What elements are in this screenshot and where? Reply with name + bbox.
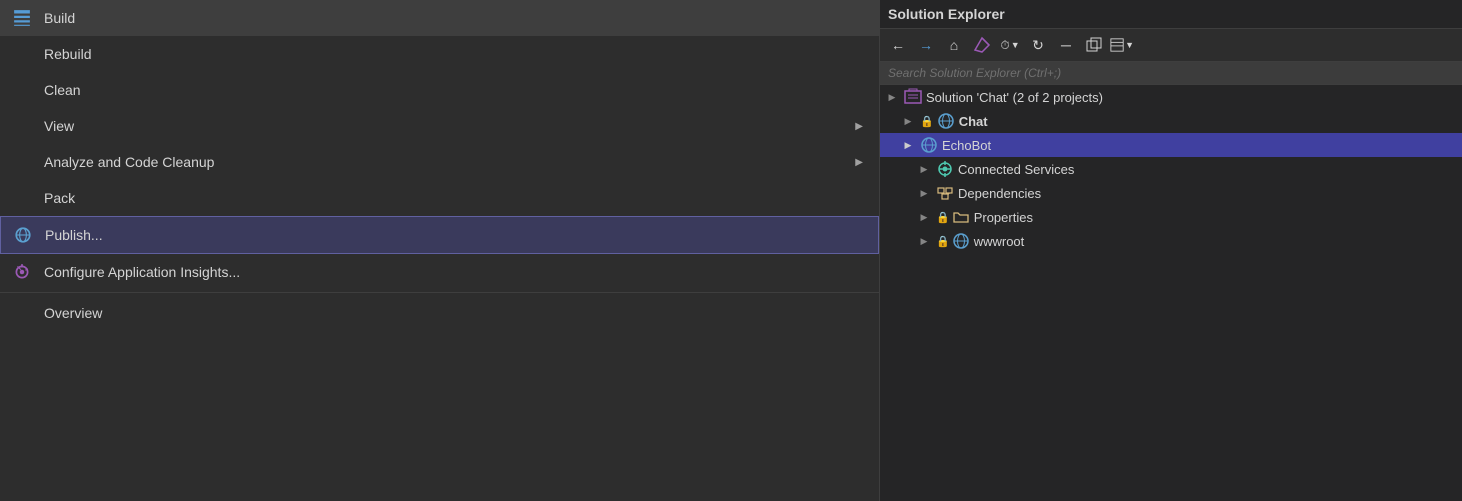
- tree-wwwroot[interactable]: ▶ 🔒 wwwroot: [880, 229, 1462, 253]
- rebuild-spacer: [12, 44, 32, 64]
- connected-services-icon: [936, 160, 954, 178]
- chat-expand-icon[interactable]: ▶: [900, 113, 916, 129]
- solution-label: Solution 'Chat' (2 of 2 projects): [926, 90, 1103, 105]
- build-icon: [12, 8, 32, 28]
- chat-icon-group: 🔒: [920, 112, 955, 130]
- menu-item-insights-label: Configure Application Insights...: [44, 264, 240, 280]
- solution-explorer-title: Solution Explorer: [888, 6, 1005, 22]
- chat-globe-icon: [937, 112, 955, 130]
- toolbar-history-btn[interactable]: ⏱ ▼: [998, 33, 1022, 57]
- tree-dependencies[interactable]: ▶ Dependencies: [880, 181, 1462, 205]
- solution-explorer-toolbar: ← → ⌂ ⏱ ▼ ↻ ─ ▼: [880, 29, 1462, 62]
- publish-icon: [13, 225, 33, 245]
- solution-expand-icon[interactable]: ▶: [884, 89, 900, 105]
- menu-item-rebuild-label: Rebuild: [44, 46, 91, 62]
- dependencies-expand-icon[interactable]: ▶: [916, 185, 932, 201]
- analyze-content: Analyze and Code Cleanup: [12, 152, 214, 172]
- echobot-globe-icon: [920, 136, 938, 154]
- toolbar-forward-btn[interactable]: →: [914, 33, 938, 57]
- echobot-expand-icon[interactable]: ▶: [900, 137, 916, 153]
- menu-item-rebuild[interactable]: Rebuild: [0, 36, 879, 72]
- insights-icon: [12, 262, 32, 282]
- tree-echobot-project[interactable]: ▶ EchoBot: [880, 133, 1462, 157]
- search-placeholder: Search Solution Explorer (Ctrl+;): [888, 66, 1061, 80]
- tree-properties[interactable]: ▶ 🔒 Properties: [880, 205, 1462, 229]
- menu-item-analyze-label: Analyze and Code Cleanup: [44, 154, 214, 170]
- menu-item-clean[interactable]: Clean: [0, 72, 879, 108]
- wwwroot-label: wwwroot: [974, 234, 1025, 249]
- context-menu: Build Rebuild Clean View ▶ Analyze and C…: [0, 0, 880, 501]
- dependencies-icon: [936, 184, 954, 202]
- tree-solution[interactable]: ▶ Solution 'Chat' (2 of 2 projects): [880, 85, 1462, 109]
- menu-item-pack-label: Pack: [44, 190, 75, 206]
- wwwroot-globe-icon: [952, 232, 970, 250]
- wwwroot-icon-group: 🔒: [936, 232, 970, 250]
- menu-item-clean-label: Clean: [44, 82, 81, 98]
- toolbar-refresh-btn[interactable]: ↻: [1026, 33, 1050, 57]
- properties-folder-icon: [952, 208, 970, 226]
- clean-spacer: [12, 80, 32, 100]
- echobot-label: EchoBot: [942, 138, 991, 153]
- properties-label: Properties: [974, 210, 1033, 225]
- chat-label: Chat: [959, 114, 988, 129]
- menu-item-publish[interactable]: Publish...: [0, 216, 879, 254]
- properties-expand-icon[interactable]: ▶: [916, 209, 932, 225]
- overview-spacer: [12, 303, 32, 323]
- wwwroot-expand-icon[interactable]: ▶: [916, 233, 932, 249]
- solution-explorer-search[interactable]: Search Solution Explorer (Ctrl+;): [880, 62, 1462, 85]
- tree-connected-services[interactable]: ▶ Connected Services: [880, 157, 1462, 181]
- menu-item-overview-label: Overview: [44, 305, 102, 321]
- toolbar-home-btn[interactable]: ⌂: [942, 33, 966, 57]
- toolbar-vs-btn[interactable]: [970, 33, 994, 57]
- toolbar-back-btn[interactable]: ←: [886, 33, 910, 57]
- solution-explorer-header: Solution Explorer: [880, 0, 1462, 29]
- menu-item-build-label: Build: [44, 10, 75, 26]
- view-spacer: [12, 116, 32, 136]
- properties-icon-group: 🔒: [936, 208, 970, 226]
- connected-services-expand-icon[interactable]: ▶: [916, 161, 932, 177]
- menu-item-build[interactable]: Build: [0, 0, 879, 36]
- menu-item-publish-label: Publish...: [45, 227, 103, 243]
- menu-item-view-label: View: [44, 118, 74, 134]
- connected-services-label: Connected Services: [958, 162, 1074, 177]
- menu-item-overview[interactable]: Overview: [0, 295, 879, 331]
- analyze-spacer: [12, 152, 32, 172]
- view-submenu-arrow: ▶: [855, 121, 863, 132]
- menu-item-pack[interactable]: Pack: [0, 180, 879, 216]
- wwwroot-lock-icon: 🔒: [936, 235, 950, 248]
- properties-lock-icon: 🔒: [936, 211, 950, 224]
- solution-icon: [904, 88, 922, 106]
- analyze-submenu-arrow: ▶: [855, 157, 863, 168]
- menu-divider: [0, 292, 879, 293]
- menu-item-configure-insights[interactable]: Configure Application Insights...: [0, 254, 879, 290]
- chat-lock-icon: 🔒: [920, 115, 934, 128]
- solution-explorer-panel: Solution Explorer ← → ⌂ ⏱ ▼ ↻ ─: [880, 0, 1462, 501]
- dependencies-label: Dependencies: [958, 186, 1041, 201]
- menu-item-analyze[interactable]: Analyze and Code Cleanup ▶: [0, 144, 879, 180]
- solution-explorer-tree: ▶ Solution 'Chat' (2 of 2 projects) ▶ 🔒: [880, 85, 1462, 501]
- menu-item-view[interactable]: View ▶: [0, 108, 879, 144]
- view-content: View: [12, 116, 74, 136]
- toolbar-collapse-btn[interactable]: ─: [1054, 33, 1078, 57]
- tree-chat-project[interactable]: ▶ 🔒 Chat: [880, 109, 1462, 133]
- toolbar-filter-btn[interactable]: ▼: [1110, 33, 1134, 57]
- toolbar-new-solution-btn[interactable]: [1082, 33, 1106, 57]
- pack-spacer: [12, 188, 32, 208]
